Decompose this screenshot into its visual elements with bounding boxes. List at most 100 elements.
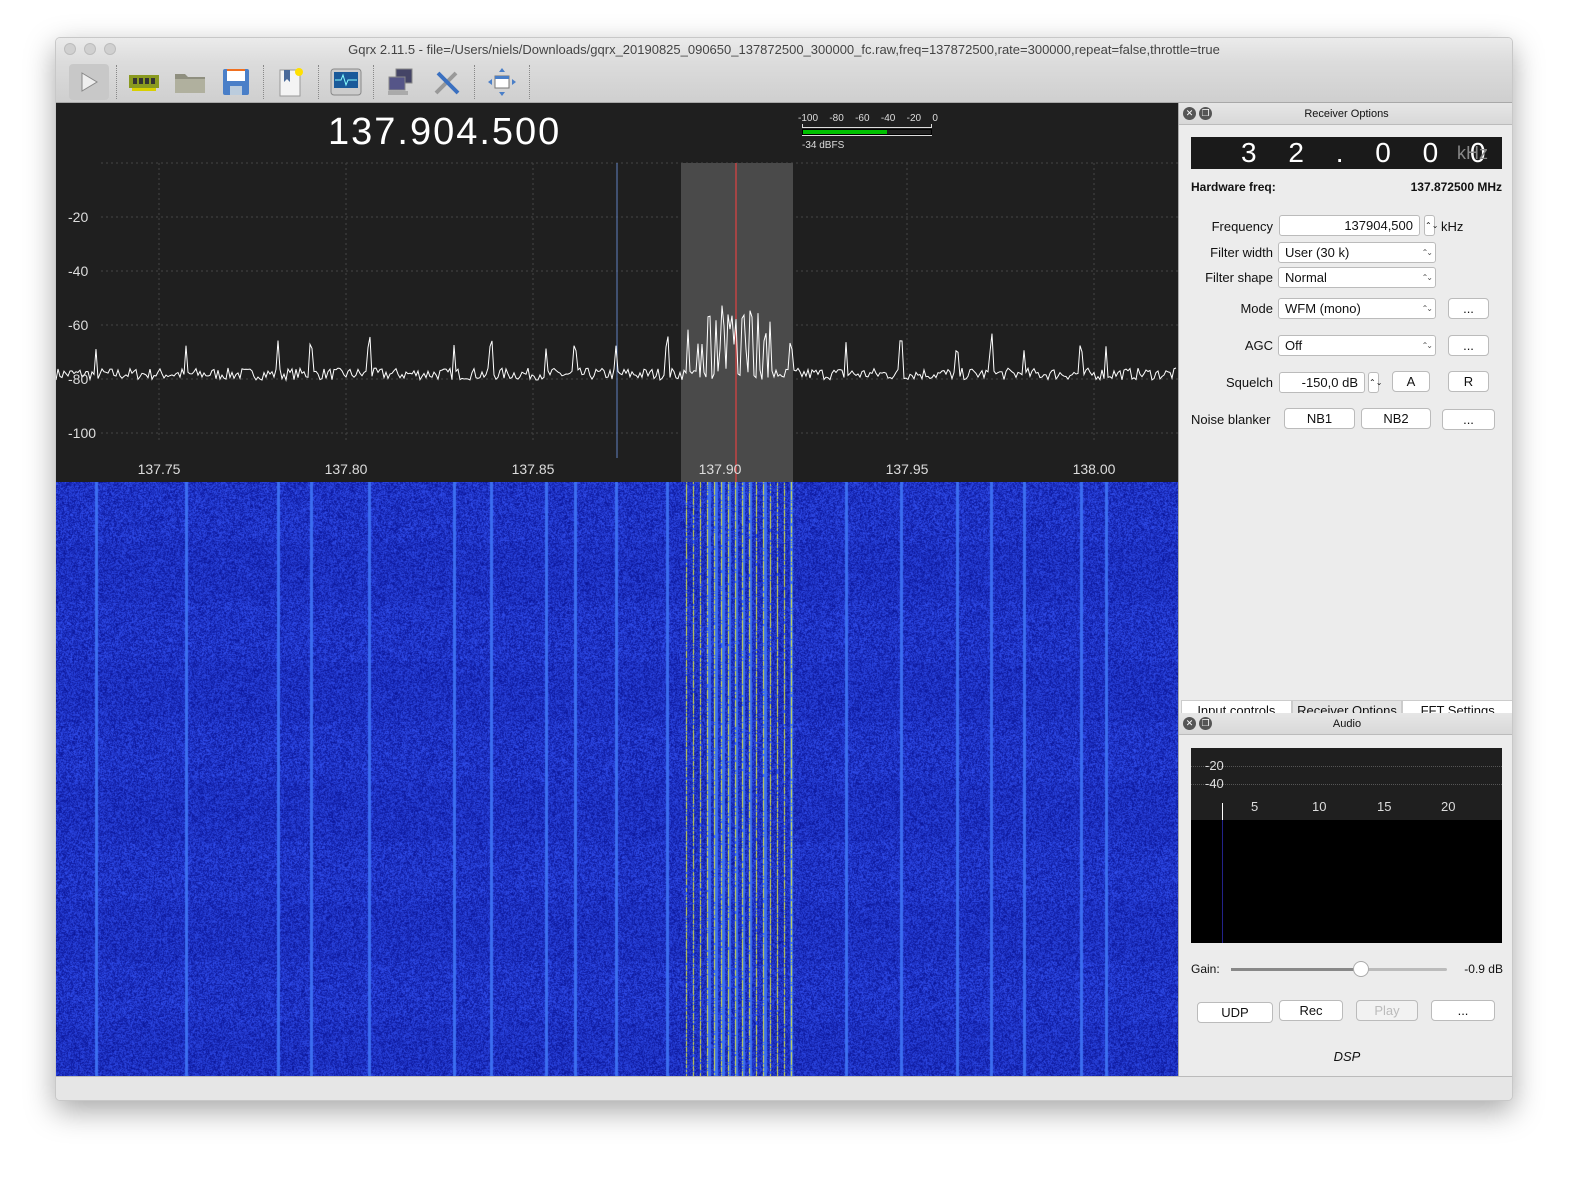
agc-label: AGC bbox=[1244, 338, 1273, 353]
agc-options-button[interactable]: ... bbox=[1448, 335, 1489, 356]
signal-monitor-icon bbox=[330, 68, 362, 96]
audio-dock: ✕ ❐ Audio -20 -40 5 10 15 20 Gain: -0.9 dB… bbox=[1179, 713, 1512, 1064]
meter-tick: -100 bbox=[798, 113, 819, 124]
hardware-icon bbox=[129, 75, 159, 91]
center-frequency-readout[interactable]: 137.904.500 bbox=[328, 111, 561, 154]
meter-label: -34 dBFS bbox=[802, 140, 845, 151]
meter-level-bar bbox=[803, 130, 888, 134]
filter-width-select[interactable]: User (30 k) bbox=[1278, 242, 1436, 263]
frequency-label: Frequency bbox=[1211, 219, 1273, 234]
app-window: Gqrx 2.11.5 - file=/Users/niels/Download… bbox=[55, 37, 1513, 1101]
status-bar bbox=[56, 1076, 1512, 1100]
title-bar: Gqrx 2.11.5 - file=/Users/niels/Download… bbox=[56, 38, 1512, 62]
frequency-input[interactable]: 137904,500 bbox=[1279, 215, 1420, 236]
mode-options-button[interactable]: ... bbox=[1448, 298, 1489, 319]
save-button[interactable] bbox=[216, 64, 256, 100]
mode-label: Mode bbox=[1240, 301, 1273, 316]
open-file-button[interactable] bbox=[170, 64, 210, 100]
y-tick: -100 bbox=[68, 425, 97, 441]
x-tick: 137.75 bbox=[137, 461, 181, 477]
spectrum-trace bbox=[56, 305, 1177, 382]
fullscreen-icon bbox=[488, 68, 516, 96]
remote-control-button[interactable] bbox=[381, 64, 421, 100]
save-icon bbox=[223, 69, 249, 95]
spectrum-waterfall-area[interactable]: 137.904.500 -20 -40 -60 -80 -100 137.75 … bbox=[56, 103, 1178, 1076]
meter-tick: -40 bbox=[880, 113, 896, 124]
nb2-button[interactable]: NB2 bbox=[1361, 408, 1431, 429]
toolbar bbox=[56, 62, 1512, 103]
squelch-spinner[interactable]: ⌃⌄ bbox=[1368, 372, 1382, 393]
waterfall[interactable] bbox=[56, 482, 1178, 1076]
bookmarks-button[interactable] bbox=[271, 64, 311, 100]
squelch-input[interactable]: -150,0 dB bbox=[1279, 372, 1365, 393]
meter-tick: -20 bbox=[906, 113, 922, 124]
filter-shape-label: Filter shape bbox=[1205, 270, 1273, 285]
close-window-button[interactable] bbox=[64, 43, 76, 55]
meter-tick: 0 bbox=[932, 113, 938, 124]
hw-freq-value: 137.872500 MHz bbox=[1410, 180, 1502, 194]
signal-monitor-button[interactable] bbox=[326, 64, 366, 100]
nb-options-button[interactable]: ... bbox=[1442, 409, 1495, 430]
gain-value: -0.9 dB bbox=[1464, 962, 1503, 976]
y-tick: -60 bbox=[68, 317, 89, 333]
mode-select[interactable]: WFM (mono) bbox=[1278, 298, 1436, 319]
offset-unit: kHz bbox=[1457, 143, 1488, 163]
window-title: Gqrx 2.11.5 - file=/Users/niels/Download… bbox=[348, 42, 1220, 57]
dock-title: Receiver Options bbox=[1304, 108, 1389, 120]
frequency-spinner[interactable]: ⌃⌄ bbox=[1424, 215, 1438, 236]
record-button[interactable]: Rec bbox=[1279, 1000, 1343, 1021]
float-dock-icon[interactable]: ❐ bbox=[1199, 107, 1212, 120]
fullscreen-button[interactable] bbox=[482, 64, 522, 100]
audio-x-tick: 20 bbox=[1441, 799, 1456, 814]
dsp-label: DSP bbox=[1333, 1049, 1361, 1064]
io-devices-button[interactable] bbox=[124, 64, 164, 100]
dock-title: Audio bbox=[1332, 718, 1362, 730]
spectrum-plot[interactable]: 137.904.500 -20 -40 -60 -80 -100 137.75 … bbox=[56, 103, 1178, 482]
audio-options-button[interactable]: ... bbox=[1431, 1000, 1495, 1021]
gain-slider-handle[interactable] bbox=[1352, 961, 1369, 977]
play-icon bbox=[81, 72, 98, 92]
settings-button[interactable] bbox=[427, 64, 467, 100]
open-folder-icon bbox=[175, 74, 205, 93]
tools-icon bbox=[434, 71, 460, 95]
float-dock-icon[interactable]: ❐ bbox=[1199, 717, 1212, 730]
nb1-button[interactable]: NB1 bbox=[1284, 408, 1355, 429]
filter-width-label: Filter width bbox=[1210, 245, 1273, 260]
hw-freq-label: Hardware freq: bbox=[1191, 180, 1276, 194]
audio-x-tick: 5 bbox=[1251, 799, 1259, 814]
network-icon bbox=[388, 68, 413, 95]
audio-fft-plot[interactable]: -20 -40 5 10 15 20 bbox=[1191, 748, 1502, 943]
noise-blanker-label: Noise blanker bbox=[1191, 412, 1271, 427]
udp-button[interactable]: UDP bbox=[1197, 1002, 1273, 1023]
x-tick: 137.95 bbox=[885, 461, 929, 477]
gain-slider[interactable] bbox=[1231, 961, 1447, 977]
audio-x-tick: 10 bbox=[1312, 799, 1327, 814]
minimize-window-button[interactable] bbox=[84, 43, 96, 55]
start-dsp-button[interactable] bbox=[69, 64, 109, 100]
filter-shape-select[interactable]: Normal bbox=[1278, 267, 1436, 288]
frequency-unit: kHz bbox=[1441, 219, 1464, 234]
y-tick: -40 bbox=[68, 263, 89, 279]
x-tick: 138.00 bbox=[1072, 461, 1116, 477]
close-dock-icon[interactable]: ✕ bbox=[1183, 717, 1196, 730]
x-tick: 137.80 bbox=[324, 461, 368, 477]
bookmark-icon bbox=[279, 68, 303, 97]
agc-select[interactable]: Off bbox=[1278, 335, 1436, 356]
audio-x-tick: 15 bbox=[1377, 799, 1392, 814]
meter-tick: -60 bbox=[855, 113, 870, 124]
squelch-auto-button[interactable]: A bbox=[1392, 371, 1430, 392]
signal-meter: -100 -80 -60 -40 -20 0 -34 dBFS bbox=[798, 113, 938, 151]
x-tick: 137.90 bbox=[698, 461, 742, 477]
filter-passband bbox=[681, 163, 793, 482]
filter-offset-display[interactable]: 3 2 . 0 0 0 kHz bbox=[1191, 137, 1502, 169]
squelch-reset-button[interactable]: R bbox=[1448, 371, 1489, 392]
x-tick: 137.85 bbox=[511, 461, 555, 477]
meter-tick: -80 bbox=[829, 113, 844, 124]
receiver-options-dock: ✕ ❐ Receiver Options 3 2 . 0 0 0 kHz Hardwa… bbox=[1178, 103, 1512, 1076]
play-button[interactable]: Play bbox=[1356, 1000, 1418, 1021]
y-tick: -80 bbox=[68, 371, 89, 387]
zoom-window-button[interactable] bbox=[104, 43, 116, 55]
squelch-label: Squelch bbox=[1226, 375, 1273, 390]
close-dock-icon[interactable]: ✕ bbox=[1183, 107, 1196, 120]
audio-y-tick: -40 bbox=[1205, 776, 1224, 791]
